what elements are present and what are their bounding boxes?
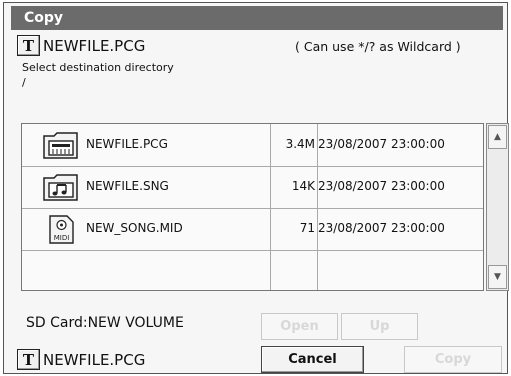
file-name: NEWFILE.SNG [86,179,169,193]
copy-dialog: Copy T NEWFILE.PCG ( Can use */? as Wild… [3,2,509,374]
text-edit-button[interactable]: T [17,349,40,370]
column-divider [317,124,318,290]
scroll-down-icon[interactable]: ▼ [488,265,507,289]
copy-button[interactable]: Copy [404,346,502,373]
file-name: NEW_SONG.MID [86,221,183,235]
song-file-icon [43,174,78,201]
file-row[interactable]: MIDI NEW_SONG.MID 71 23/08/2007 23:00:00 [22,208,483,251]
column-divider [270,124,271,290]
file-row[interactable]: NEWFILE.SNG 14K 23/08/2007 23:00:00 [22,166,483,209]
file-list-scrollbar[interactable]: ▲ ▼ [486,123,509,291]
file-size: 3.4M [285,137,315,151]
midi-file-icon: MIDI [49,215,74,244]
pcg-file-icon [43,132,78,159]
file-name: NEWFILE.PCG [86,137,168,151]
file-date: 23/08/2007 23:00:00 [318,221,445,235]
file-list: NEWFILE.PCG 3.4M 23/08/2007 23:00:00 NEW… [21,123,484,291]
source-filename: NEWFILE.PCG [43,37,146,55]
midi-label: MIDI [54,234,70,242]
empty-row[interactable] [22,250,483,290]
text-edit-button[interactable]: T [17,35,40,56]
cancel-button[interactable]: Cancel [261,346,364,373]
file-row[interactable]: NEWFILE.PCG 3.4M 23/08/2007 23:00:00 [22,124,483,167]
destination-filename: NEWFILE.PCG [43,351,146,369]
up-button[interactable]: Up [341,313,418,340]
file-size: 14K [291,179,315,193]
wildcard-hint: ( Can use */? as Wildcard ) [295,39,461,54]
scroll-up-icon[interactable]: ▲ [488,125,507,149]
volume-label: SD Card:NEW VOLUME [26,315,184,331]
file-date: 23/08/2007 23:00:00 [318,179,445,193]
open-button[interactable]: Open [261,313,338,340]
current-directory-path: / [22,76,26,89]
select-directory-label: Select destination directory [22,61,174,74]
file-date: 23/08/2007 23:00:00 [318,137,445,151]
dialog-title: Copy [11,6,503,30]
file-size: 71 [299,221,315,235]
